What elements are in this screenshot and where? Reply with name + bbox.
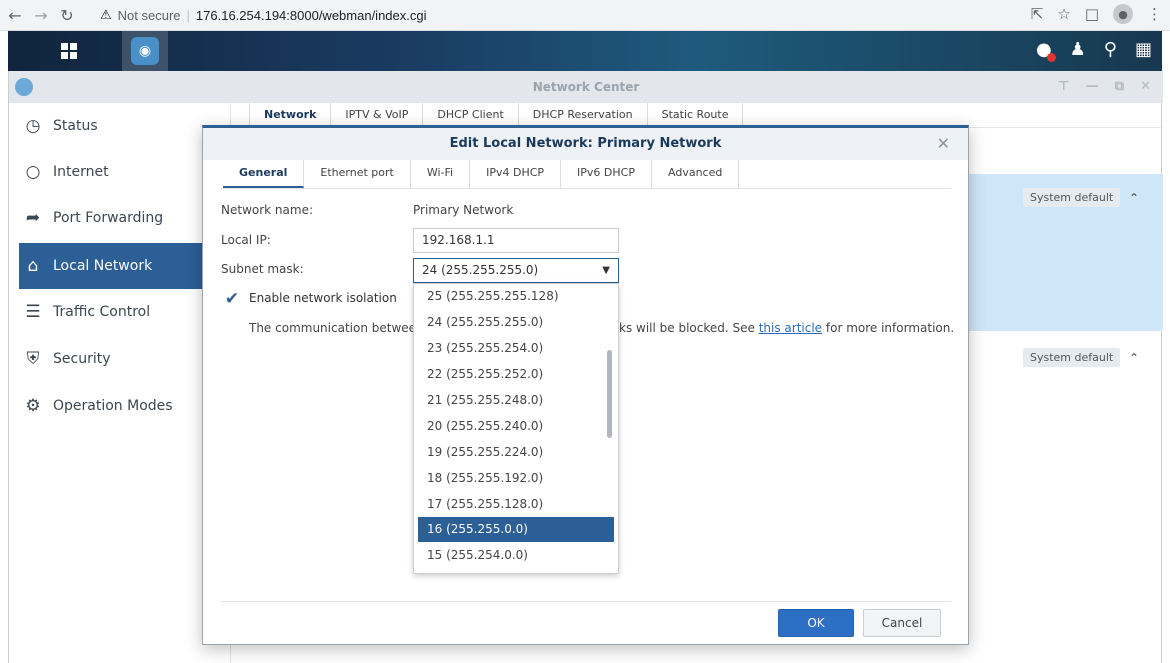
shield-icon: ⛨: [26, 349, 40, 369]
profile-icon[interactable]: ●: [1113, 4, 1133, 24]
status-badge: System default: [1023, 188, 1121, 207]
sliders-icon: ☰: [25, 302, 41, 322]
menu-icon[interactable]: ⋮: [1147, 5, 1162, 23]
url-text: 176.16.254.194:8000/webman/index.cgi: [195, 7, 427, 23]
home-network-icon: ⌂: [27, 256, 39, 276]
router-gear-icon: ⚙: [25, 396, 41, 416]
maximize-icon[interactable]: ⧉: [1115, 71, 1124, 103]
isolation-description-end: ks will be blocked. See this article for…: [619, 321, 955, 335]
dropdown-option[interactable]: 23 (255.255.254.0): [418, 336, 614, 361]
sidebar: ◷ Status ○ Internet ➦ Port Forwarding ⌂ …: [9, 103, 231, 663]
network-isolation-checkbox[interactable]: ✔: [223, 289, 241, 309]
dropdown-option[interactable]: 19 (255.255.224.0): [418, 440, 614, 465]
dialog-title: Edit Local Network: Primary Network: [203, 128, 968, 160]
tab-wifi[interactable]: Wi-Fi: [411, 160, 471, 188]
security-warning: Not secure: [117, 7, 181, 23]
tab-dhcp-client[interactable]: DHCP Client: [423, 103, 519, 127]
bookmark-star-icon[interactable]: ☆: [1057, 5, 1070, 23]
tab-ipv4-dhcp[interactable]: IPv4 DHCP: [470, 160, 562, 188]
caret-down-icon: ▼: [602, 265, 610, 276]
clock-icon: ◷: [25, 116, 41, 136]
network-name-value: Primary Network: [413, 203, 514, 217]
warning-icon: ⚠: [100, 7, 112, 22]
dropdown-option[interactable]: 21 (255.255.248.0): [418, 388, 614, 413]
tab-ipv6-dhcp[interactable]: IPv6 DHCP: [561, 160, 652, 188]
share-icon[interactable]: ⇱: [1031, 5, 1044, 23]
sidebar-item-port-forwarding[interactable]: ➦ Port Forwarding: [19, 195, 231, 241]
tab-dhcp-reservation[interactable]: DHCP Reservation: [519, 103, 648, 127]
dropdown-option[interactable]: 24 (255.255.255.0): [418, 310, 614, 335]
chevron-up-icon[interactable]: ⌃: [1129, 351, 1139, 365]
sidebar-item-local-network[interactable]: ⌂ Local Network: [19, 243, 231, 289]
search-icon[interactable]: ⚲: [1104, 39, 1117, 60]
this-article-link[interactable]: this article: [759, 321, 822, 335]
network-isolation-label: Enable network isolation: [249, 291, 397, 305]
subnet-mask-select[interactable]: 24 (255.255.255.0) ▼: [413, 258, 619, 283]
address-bar[interactable]: ⚠ Not secure | 176.16.254.194:8000/webma…: [100, 3, 490, 27]
tab-network[interactable]: Network: [250, 103, 332, 127]
close-icon[interactable]: ✕: [1140, 71, 1151, 103]
ok-button[interactable]: OK: [778, 609, 854, 637]
edit-local-network-dialog: Edit Local Network: Primary Network ✕ Ge…: [202, 125, 969, 645]
dropdown-option[interactable]: 20 (255.255.240.0): [418, 414, 614, 439]
browser-toolbar: ← → ↻ ⚠ Not secure | 176.16.254.194:8000…: [0, 0, 1170, 31]
dropdown-option[interactable]: 18 (255.255.192.0): [418, 466, 614, 491]
dsm-taskbar: ◉ ● ♟ ⚲ ▦: [8, 31, 1162, 71]
reload-icon[interactable]: ↻: [56, 4, 78, 26]
globe-icon: ○: [25, 162, 41, 182]
tab-advanced[interactable]: Advanced: [652, 160, 740, 188]
forward-icon[interactable]: →: [30, 4, 52, 26]
close-icon[interactable]: ✕: [937, 128, 950, 160]
dropdown-option[interactable]: 15 (255.254.0.0): [418, 543, 614, 568]
network-center-taskbar-icon[interactable]: ◉: [122, 31, 168, 71]
tab-static-route[interactable]: Static Route: [648, 103, 744, 127]
dropdown-option[interactable]: 22 (255.255.252.0): [418, 362, 614, 387]
main-menu-icon[interactable]: [46, 31, 92, 71]
network-center-app-icon: [15, 78, 33, 96]
arrow-icon: ➦: [25, 208, 41, 228]
sidebar-item-operation-modes[interactable]: ⚙ Operation Modes: [19, 383, 231, 429]
dropdown-option[interactable]: 25 (255.255.255.128): [418, 284, 614, 309]
dropdown-scrollbar[interactable]: [607, 350, 612, 438]
tab-ethernet-port[interactable]: Ethernet port: [304, 160, 411, 188]
local-ip-input[interactable]: 192.168.1.1: [413, 228, 619, 253]
status-badge: System default: [1023, 348, 1121, 367]
widgets-icon[interactable]: ▦: [1135, 39, 1152, 60]
subnet-mask-label: Subnet mask:: [221, 262, 304, 276]
chevron-up-icon[interactable]: ⌃: [1129, 191, 1139, 205]
cancel-button[interactable]: Cancel: [863, 609, 941, 637]
dialog-tabs: General Ethernet port Wi-Fi IPv4 DHCP IP…: [223, 160, 740, 188]
sidepanel-icon[interactable]: □: [1085, 5, 1099, 23]
sidebar-item-security[interactable]: ⛨ Security: [19, 336, 231, 382]
window-title-bar: Network Center ⊤ — ⧉ ✕: [9, 71, 1163, 103]
notification-chat-icon[interactable]: ●: [1036, 39, 1056, 62]
tab-general[interactable]: General: [223, 160, 305, 188]
sidebar-item-internet[interactable]: ○ Internet: [19, 149, 231, 195]
dropdown-option[interactable]: 17 (255.255.128.0): [418, 492, 614, 517]
minimize-icon[interactable]: —: [1086, 71, 1099, 103]
content-tabs: Network IPTV & VoIP DHCP Client DHCP Res…: [249, 103, 744, 127]
isolation-description: The communication between: [249, 321, 424, 335]
window-title: Network Center: [532, 80, 640, 94]
tab-iptv-voip[interactable]: IPTV & VoIP: [331, 103, 424, 127]
user-icon[interactable]: ♟: [1070, 39, 1086, 60]
local-ip-label: Local IP:: [221, 233, 271, 247]
back-icon[interactable]: ←: [4, 4, 26, 26]
sidebar-item-traffic-control[interactable]: ☰ Traffic Control: [19, 289, 231, 335]
sidebar-item-status[interactable]: ◷ Status: [19, 103, 231, 149]
subnet-mask-dropdown: 25 (255.255.255.128) 24 (255.255.255.0) …: [413, 283, 619, 574]
dropdown-option-highlighted[interactable]: 16 (255.255.0.0): [418, 517, 614, 542]
pin-icon[interactable]: ⊤: [1058, 71, 1070, 103]
network-name-label: Network name:: [221, 203, 313, 217]
